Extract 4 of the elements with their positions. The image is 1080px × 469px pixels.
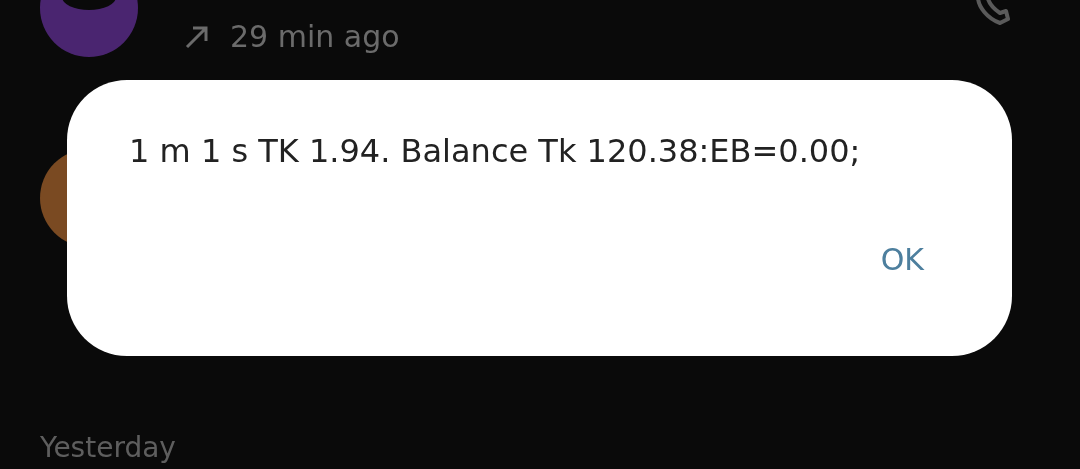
ok-button[interactable]: OK	[872, 238, 932, 281]
call-time: 29 min ago	[230, 19, 400, 54]
dialog-message: 1 m 1 s TK 1.94. Balance Tk 120.38:EB=0.00;	[129, 132, 862, 170]
section-header: Yesterday	[39, 431, 177, 464]
